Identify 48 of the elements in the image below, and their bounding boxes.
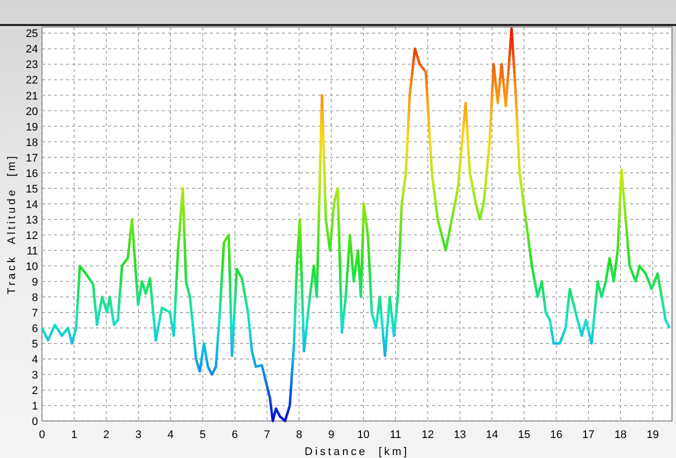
x-tick-label: 13 [454, 429, 466, 441]
x-tick-label: 5 [200, 429, 206, 441]
y-tick-label: 4 [32, 354, 38, 366]
x-tick-label: 9 [328, 429, 334, 441]
x-tick-label: 1 [71, 429, 78, 441]
y-tick-label: 10 [26, 260, 38, 273]
y-tick-label: 7 [32, 307, 38, 320]
x-tick-label: 14 [486, 429, 498, 441]
y-tick-label: 11 [26, 245, 38, 258]
y-tick-label: 18 [26, 136, 38, 149]
y-tick-label: 15 [26, 183, 38, 196]
x-tick-label: 7 [264, 429, 270, 441]
x-tick-label: 10 [357, 429, 370, 441]
y-tick-label: 13 [26, 214, 38, 226]
y-tick-label: 3 [32, 369, 38, 382]
x-tick-label: 6 [232, 429, 238, 441]
x-tick-label: 11 [390, 429, 402, 441]
x-tick-label: 15 [518, 429, 530, 441]
y-tick-label: 1 [32, 400, 38, 412]
y-tick-label: 2 [32, 384, 38, 397]
y-tick-label: 5 [32, 338, 38, 350]
y-tick-label: 21 [26, 90, 38, 102]
x-tick-label: 4 [168, 429, 174, 441]
x-tick-label: 19 [646, 429, 659, 441]
y-tick-label: 0 [32, 416, 38, 428]
y-tick-label: 19 [26, 121, 38, 134]
y-tick-label: 14 [26, 198, 38, 211]
x-tick-label: 0 [38, 429, 46, 441]
x-tick-label: 18 [614, 429, 627, 441]
y-tick-label: 22 [26, 74, 38, 87]
y-tick-label: 6 [32, 322, 38, 335]
y-tick-label: 17 [26, 152, 38, 164]
y-tick-label: 25 [26, 28, 38, 40]
y-tick-label: 12 [26, 230, 38, 242]
x-axis-title: Distance [km] [304, 446, 410, 458]
y-tick-label: 9 [32, 276, 38, 288]
x-tick-label: 8 [296, 429, 302, 441]
x-tick-label: 17 [582, 429, 595, 441]
y-tick-label: 20 [26, 106, 38, 118]
y-tick-label: 16 [26, 168, 38, 180]
x-tick-label: 3 [135, 429, 142, 441]
x-tick-label: 16 [550, 429, 562, 441]
x-tick-label: 2 [103, 429, 110, 441]
y-tick-label: 8 [32, 292, 38, 304]
y-axis-title: Track Altitude [m] [6, 154, 18, 294]
y-tick-label: 23 [26, 59, 38, 72]
y-tick-label: 24 [26, 44, 38, 56]
x-tick-label: 12 [422, 429, 434, 441]
